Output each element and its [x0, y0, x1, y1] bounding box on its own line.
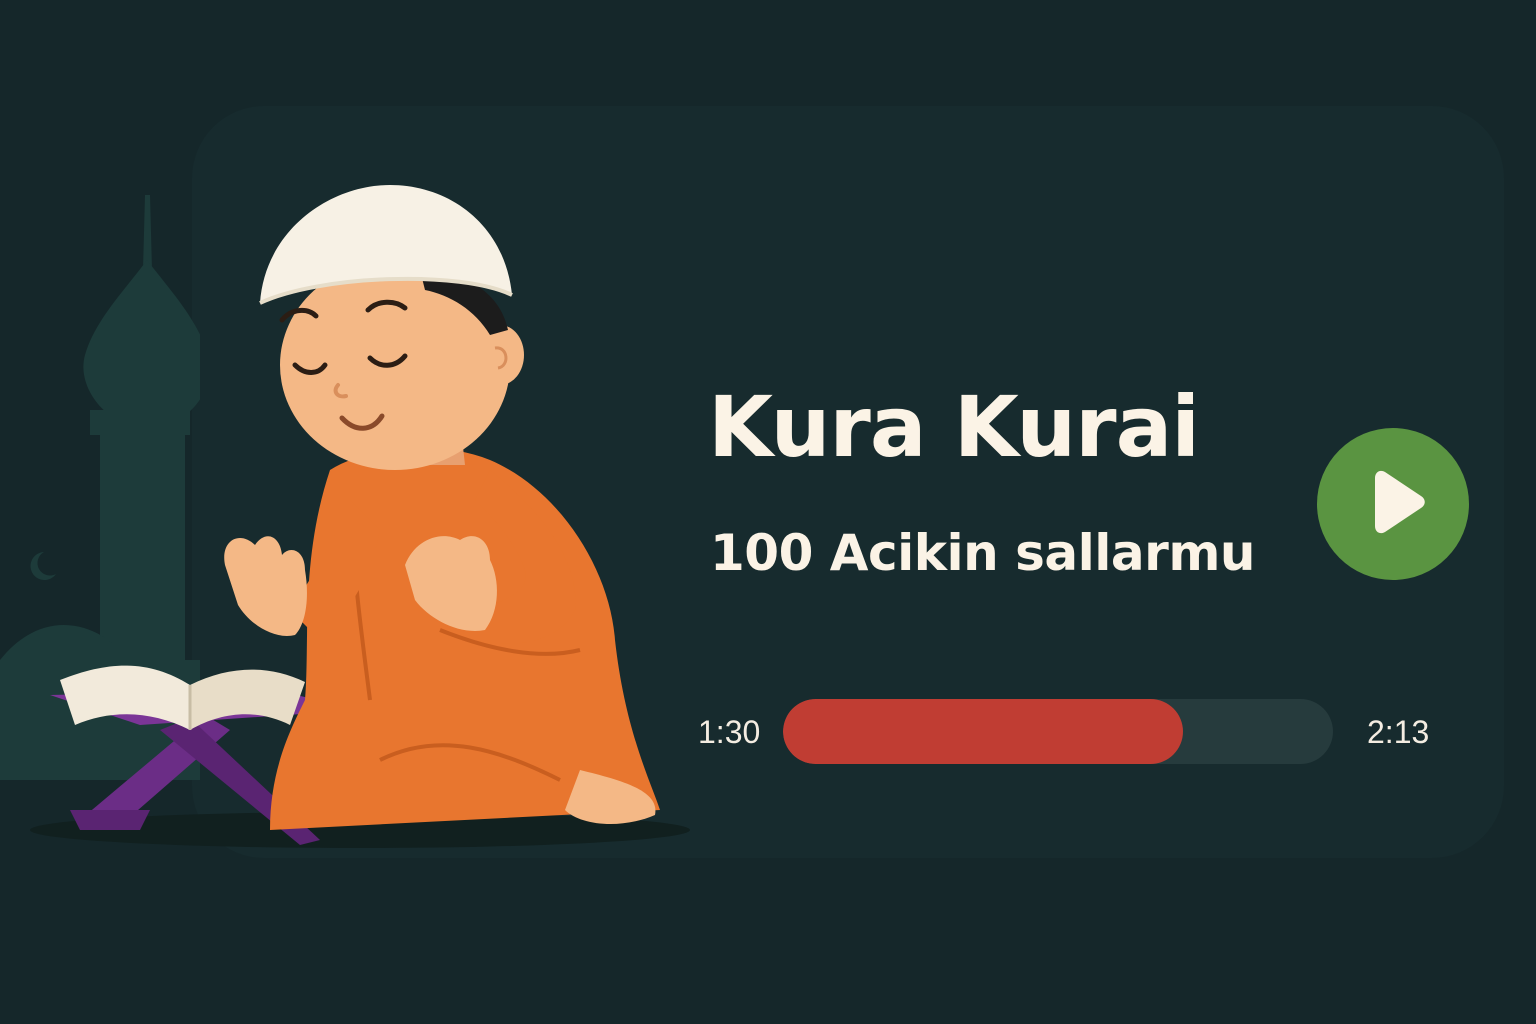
- total-time: 2:13: [1367, 714, 1430, 750]
- player-screen: Kura Kurai 100 Acikin sallarmu 1:30 2:13: [0, 0, 1536, 1024]
- play-button[interactable]: [1317, 428, 1469, 580]
- progress-bar[interactable]: [783, 699, 1333, 764]
- play-icon: [1375, 470, 1425, 534]
- left-hand: [224, 536, 307, 636]
- open-book: [60, 665, 305, 730]
- track-subtitle: 100 Acikin sallarmu: [710, 524, 1256, 582]
- progress-fill: [783, 699, 1183, 764]
- track-title: Kura Kurai: [708, 378, 1200, 476]
- praying-boy-illustration: [30, 185, 690, 848]
- elapsed-time: 1:30: [698, 714, 761, 750]
